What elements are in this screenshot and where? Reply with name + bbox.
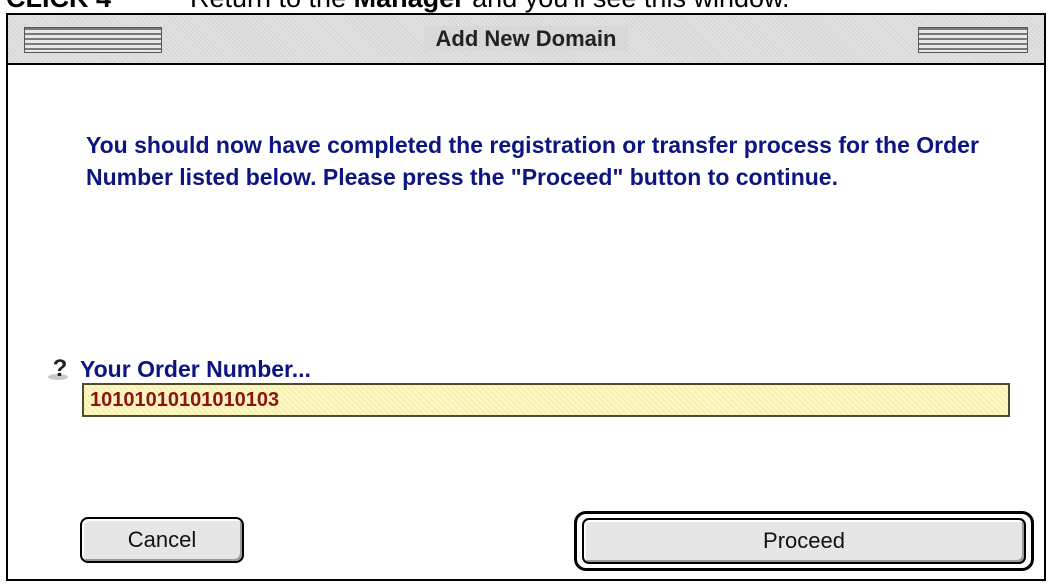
order-number-field[interactable]: 10101010101010103 [82,383,1010,417]
cancel-button[interactable]: Cancel [80,517,244,563]
svg-text:?: ? [53,355,68,381]
title-bar[interactable]: Add New Domain [8,15,1044,65]
dialog-message: You should now have completed the regist… [86,132,979,190]
order-number-label: Your Order Number... [80,356,311,382]
caption-text-after: and you'll see this window. [465,0,789,13]
dialog-body: You should now have completed the regist… [8,65,1044,579]
caption-step: CLICK 4 [6,0,111,13]
caption-text-bold: Manager [354,0,465,13]
window-title-container: Add New Domain [8,15,1044,63]
proceed-button[interactable]: Proceed [582,518,1026,564]
question-mark-icon[interactable]: ? [46,355,74,381]
instruction-caption: CLICK 4 Return to the Manager and you'll… [0,0,1056,13]
window-title: Add New Domain [423,26,629,51]
caption-text-before: Return to the [190,0,354,13]
add-new-domain-window: Add New Domain You should now have compl… [6,13,1046,581]
caption-text: Return to the Manager and you'll see thi… [190,0,790,13]
